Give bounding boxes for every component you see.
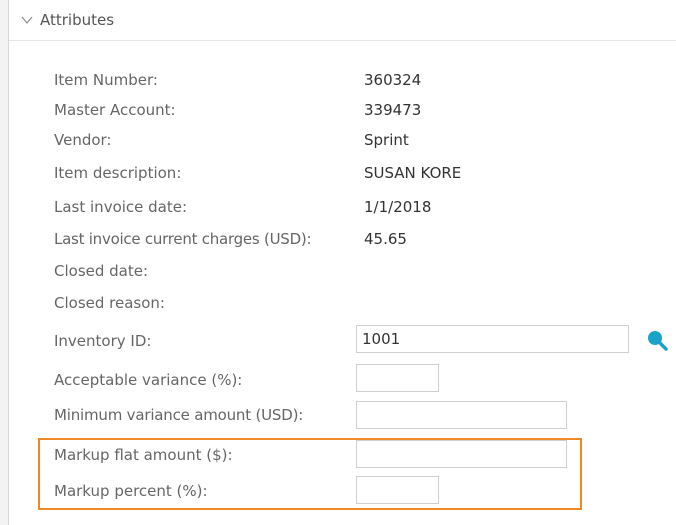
last-invoice-date-label: Last invoice date:	[54, 198, 188, 216]
section-header[interactable]: Attributes	[9, 0, 676, 41]
vendor-label: Vendor:	[54, 131, 112, 149]
vendor-value: Sprint	[364, 131, 409, 149]
acceptable-variance-input[interactable]	[356, 364, 439, 392]
section-title: Attributes	[40, 11, 115, 29]
item-number-value: 360324	[364, 71, 422, 89]
item-number-label: Item Number:	[54, 71, 158, 89]
acceptable-variance-label: Acceptable variance (%):	[54, 371, 243, 389]
inventory-id-input[interactable]	[356, 325, 629, 353]
chevron-down-icon[interactable]	[21, 15, 33, 25]
attributes-panel: Attributes Item Number: 360324 Master Ac…	[8, 0, 676, 525]
item-description-label: Item description:	[54, 164, 182, 182]
master-account-value: 339473	[364, 101, 422, 119]
minimum-variance-label: Minimum variance amount (USD):	[54, 406, 304, 424]
closed-reason-label: Closed reason:	[54, 294, 165, 312]
closed-date-label: Closed date:	[54, 262, 149, 280]
last-invoice-charges-value: 45.65	[364, 230, 407, 248]
last-invoice-date-value: 1/1/2018	[364, 198, 432, 216]
markup-percent-label: Markup percent (%):	[54, 482, 208, 500]
search-icon[interactable]	[645, 328, 669, 352]
markup-flat-label: Markup flat amount ($):	[54, 446, 233, 464]
item-description-value: SUSAN KORE	[364, 164, 462, 182]
inventory-id-label: Inventory ID:	[54, 332, 152, 350]
master-account-label: Master Account:	[54, 101, 176, 119]
last-invoice-charges-label: Last invoice current charges (USD):	[54, 230, 312, 248]
markup-flat-input[interactable]	[356, 440, 567, 468]
markup-percent-input[interactable]	[356, 476, 439, 504]
minimum-variance-input[interactable]	[356, 401, 567, 429]
